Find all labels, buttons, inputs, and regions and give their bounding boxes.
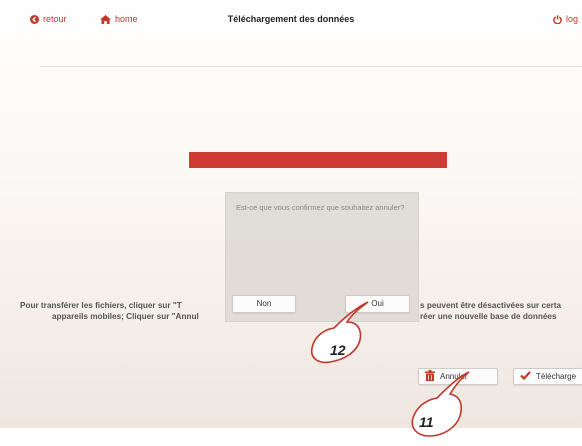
callout-11-shape bbox=[411, 371, 470, 437]
instructions-right-line1: s peuvent être désactivées sur certa bbox=[420, 301, 562, 310]
header-divider bbox=[40, 66, 582, 67]
instructions-left-line1: Pour transférer les fichiers, cliquer su… bbox=[20, 301, 182, 310]
instructions-left-line2: appareils mobiles; Cliquer sur "Annul bbox=[52, 312, 199, 321]
callout-11: 11 bbox=[405, 370, 485, 446]
logout-link[interactable]: log bbox=[553, 14, 578, 24]
download-button[interactable]: Télécharge bbox=[513, 368, 582, 385]
callout-12: 12 bbox=[300, 300, 380, 370]
top-bar: retour home Téléchargement des données l… bbox=[0, 0, 582, 40]
power-icon bbox=[553, 14, 562, 24]
progress-bar bbox=[189, 152, 447, 168]
instructions-right-line2: réer une nouvelle base de données bbox=[420, 312, 557, 321]
download-button-label: Télécharge bbox=[536, 372, 577, 381]
page-title: Téléchargement des données bbox=[227, 14, 355, 24]
dialog-message: Est-ce que vous confirmez que souhaitez … bbox=[236, 203, 405, 212]
callout-11-label: 11 bbox=[419, 414, 434, 430]
callout-12-shape bbox=[310, 301, 369, 364]
no-button[interactable]: Non bbox=[232, 295, 296, 313]
logout-link-label: log bbox=[566, 14, 579, 24]
callout-12-label: 12 bbox=[330, 342, 346, 358]
app-window: retour home Téléchargement des données l… bbox=[0, 0, 582, 428]
checkmark-icon bbox=[520, 371, 531, 382]
